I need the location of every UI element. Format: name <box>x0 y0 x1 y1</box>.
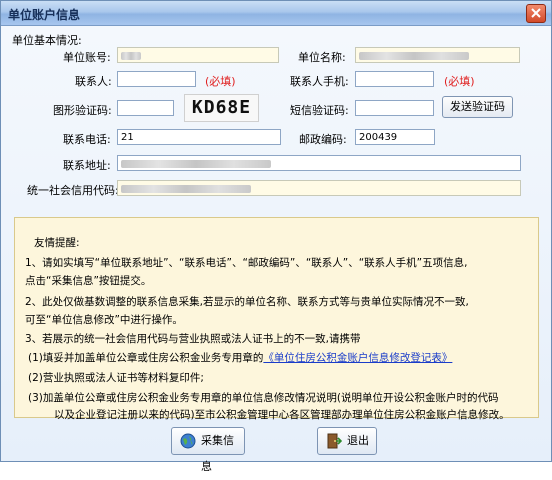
exit-label: 退出 <box>347 434 369 447</box>
captcha-label: 图形验证码: <box>53 104 112 117</box>
redacted-value <box>121 160 271 168</box>
contact-input[interactable] <box>117 71 196 87</box>
sms-code-label: 短信验证码: <box>290 104 349 117</box>
captcha-input[interactable] <box>117 100 174 116</box>
notice-line: 点击“采集信息”按钮提交。 <box>25 275 152 287</box>
contact-mobile-input[interactable] <box>355 71 434 87</box>
notice-line: (1)填妥并加盖单位公章或住房公积金业务专用章的《单位住房公积金账户信息修改登记… <box>28 350 452 365</box>
notice-line: 2、此处仅做基数调整的联系信息采集,若显示的单位名称、联系方式等与贵单位实际情况… <box>25 296 469 308</box>
address-label: 联系地址: <box>63 159 111 172</box>
postal-code-value: 200439 <box>359 132 398 143</box>
window-title: 单位账户信息 <box>8 8 81 22</box>
contact-label: 联系人: <box>75 75 112 88</box>
captcha-image[interactable]: KD68E <box>184 94 259 122</box>
collect-info-label: 采集信息 <box>201 434 234 473</box>
notice-line: 3、若展示的统一社会信用代码与营业执照或法人证书上的不一致,请携带 <box>25 333 361 345</box>
exit-door-icon <box>327 433 342 449</box>
close-button[interactable] <box>526 4 546 23</box>
notice-line: 1、请如实填写“单位联系地址”、“联系电话”、“邮政编码”、“联系人”、“联系人… <box>25 257 468 269</box>
account-info-window: 单位账户信息 单位基本情况: 单位账号: 单位名称: 联系人: (必填) 联系人… <box>0 0 552 473</box>
redacted-value <box>121 52 141 60</box>
credit-code-field <box>117 180 521 196</box>
form-download-link[interactable]: 《单位住房公积金账户信息修改登记表》 <box>263 352 452 364</box>
sms-code-input[interactable] <box>355 100 434 116</box>
phone-label: 联系电话: <box>63 133 111 146</box>
unit-account-field <box>117 47 279 63</box>
title-bar: 单位账户信息 <box>1 1 551 26</box>
phone-input[interactable]: 21 <box>117 129 281 145</box>
section-title: 单位基本情况: <box>12 34 82 47</box>
notice-line: 可至“单位信息修改”中进行操作。 <box>25 314 183 326</box>
phone-value: 21 <box>121 132 134 143</box>
exit-button[interactable]: 退出 <box>317 427 377 455</box>
notice-line: (3)加盖单位公章或住房公积金业务专用章的单位信息修改情况说明(说明单位开设公积… <box>28 392 499 404</box>
globe-icon <box>180 433 196 449</box>
form-content: 单位基本情况: 单位账号: 单位名称: 联系人: (必填) 联系人手机: (必填… <box>1 26 551 473</box>
contact-required-hint: (必填) <box>205 75 236 88</box>
contact-mobile-label: 联系人手机: <box>290 75 349 88</box>
notice-panel: 友情提醒: 1、请如实填写“单位联系地址”、“联系电话”、“邮政编码”、“联系人… <box>14 217 539 421</box>
close-icon <box>531 8 541 18</box>
notice-heading: 友情提醒: <box>34 237 80 249</box>
unit-name-label: 单位名称: <box>298 51 346 64</box>
postal-code-input[interactable]: 200439 <box>355 129 435 145</box>
credit-code-label: 统一社会信用代码: <box>27 184 119 197</box>
notice-line-text: (1)填妥并加盖单位公章或住房公积金业务专用章的 <box>28 352 264 364</box>
unit-name-field <box>355 47 520 63</box>
address-input[interactable] <box>117 155 521 171</box>
send-sms-button[interactable]: 发送验证码 <box>442 96 513 118</box>
notice-line: (2)营业执照或法人证书等材料复印件; <box>28 372 204 384</box>
collect-info-button[interactable]: 采集信息 <box>171 427 245 473</box>
notice-line: 以及企业登记注册以来的代码)至市公积金管理中心各区管理部办理单位住房公积金账户信… <box>54 409 510 421</box>
postal-code-label: 邮政编码: <box>299 133 347 146</box>
redacted-value <box>121 185 251 193</box>
redacted-value <box>359 52 469 60</box>
unit-account-label: 单位账号: <box>63 51 111 64</box>
contact-mobile-required-hint: (必填) <box>444 75 475 88</box>
